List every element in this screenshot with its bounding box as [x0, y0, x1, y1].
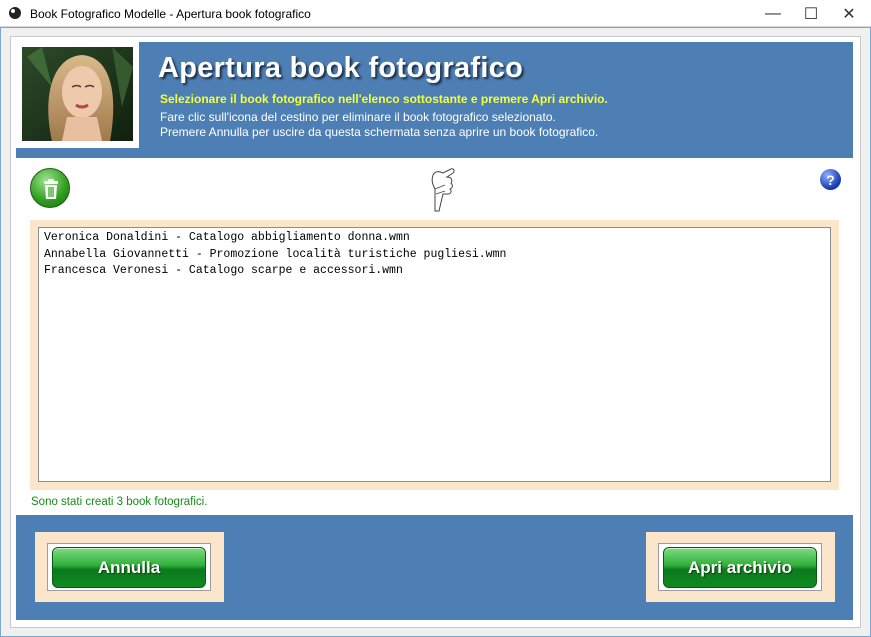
instruction-subtitle: Selezionare il book fotografico nell'ele… [160, 92, 608, 106]
instruction-line: Fare clic sull'icona del cestino per eli… [160, 110, 556, 124]
close-button[interactable]: ✕ [826, 0, 871, 27]
page-title: Apertura book fotografico [158, 52, 524, 84]
model-photo [22, 47, 133, 141]
help-icon: ? [826, 171, 835, 188]
status-text: Sono stati creati 3 book fotografici. [31, 496, 208, 508]
help-button[interactable]: ? [820, 169, 841, 190]
pointing-hand-icon [431, 168, 455, 212]
open-archive-button[interactable]: Apri archivio [663, 547, 817, 588]
list-item[interactable]: Annabella Giovannetti - Promozione local… [44, 247, 825, 264]
book-file-list[interactable]: Veronica Donaldini - Catalogo abbigliame… [38, 227, 831, 482]
window-title: Book Fotografico Modelle - Apertura book… [30, 7, 311, 21]
delete-book-button[interactable] [30, 168, 70, 208]
app-icon [9, 7, 21, 19]
title-bar: Book Fotografico Modelle - Apertura book… [0, 0, 871, 27]
instruction-line: Premere Annulla per uscire da questa sch… [160, 125, 599, 139]
trash-icon [44, 179, 58, 199]
list-item[interactable]: Veronica Donaldini - Catalogo abbigliame… [44, 230, 825, 247]
list-item[interactable]: Francesca Veronesi - Catalogo scarpe e a… [44, 263, 825, 280]
cancel-button[interactable]: Annulla [52, 547, 206, 588]
